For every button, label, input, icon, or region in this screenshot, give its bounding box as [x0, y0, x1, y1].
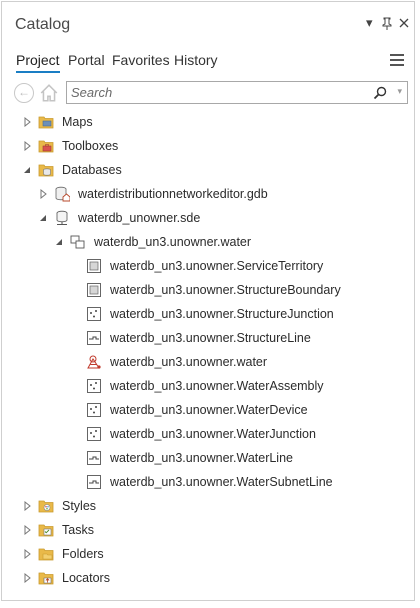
search-input[interactable]	[71, 84, 371, 101]
tasks-folder-icon	[38, 524, 54, 537]
databases-folder-icon	[38, 164, 54, 177]
tree-item-feature-class[interactable]: waterdb_un3.unowner.WaterDevice	[2, 398, 414, 422]
tree-item-label: waterdb_unowner.sde	[78, 211, 201, 225]
feature-dataset-icon	[70, 235, 85, 249]
tree-item-label: Databases	[62, 163, 122, 177]
geodatabase-home-icon	[55, 186, 70, 202]
expand-arrow-icon[interactable]	[38, 189, 48, 199]
tree-item-maps[interactable]: Maps	[2, 110, 414, 134]
tree-item-folders[interactable]: Folders	[2, 542, 414, 566]
search-icon[interactable]	[373, 86, 387, 100]
line-feature-class-icon	[87, 451, 101, 465]
catalog-tabs: Project Portal Favorites History	[2, 46, 414, 74]
tree-item-label: waterdb_un3.unowner.WaterSubnetLine	[110, 475, 333, 489]
expand-arrow-icon[interactable]	[22, 549, 32, 559]
point-feature-class-icon	[87, 307, 101, 321]
tree-item-label: waterdistributionnetworkeditor.gdb	[78, 187, 268, 201]
pane-title: Catalog	[15, 16, 71, 33]
polygon-feature-class-icon	[87, 259, 101, 273]
expand-arrow-icon[interactable]	[22, 525, 32, 535]
tree-item-label: Styles	[62, 499, 97, 513]
tree-item-utility-network[interactable]: waterdb_un3.unowner.water	[2, 350, 414, 374]
tree-item-label: waterdb_un3.unowner.StructureBoundary	[110, 283, 341, 297]
tree-item-tasks[interactable]: Tasks	[2, 518, 414, 542]
locators-folder-icon	[38, 572, 54, 585]
folders-folder-icon	[38, 548, 54, 561]
catalog-toolbar: ← ▾	[2, 80, 414, 106]
tree-item-feature-class[interactable]: waterdb_un3.unowner.StructureJunction	[2, 302, 414, 326]
pane-titlebar: Catalog ▾	[2, 2, 414, 42]
tree-item-label: waterdb_un3.unowner.ServiceTerritory	[110, 259, 324, 273]
pin-icon[interactable]	[382, 17, 392, 30]
tree-item-feature-class[interactable]: waterdb_un3.unowner.StructureLine	[2, 326, 414, 350]
tree-item-label: Tasks	[62, 523, 94, 537]
expand-arrow-icon[interactable]	[22, 117, 32, 127]
maps-folder-icon	[38, 116, 54, 129]
tree-item-label: Maps	[62, 115, 93, 129]
home-icon[interactable]	[39, 83, 59, 103]
tree-item-locators[interactable]: Locators	[2, 566, 414, 590]
tree-item-label: waterdb_un3.unowner.StructureJunction	[110, 307, 334, 321]
pane-options-button[interactable]: ▾	[366, 16, 373, 30]
tree-item-feature-class[interactable]: waterdb_un3.unowner.WaterLine	[2, 446, 414, 470]
expand-arrow-icon[interactable]	[22, 141, 32, 151]
styles-folder-icon	[38, 500, 54, 513]
tree-item-feature-class[interactable]: waterdb_un3.unowner.ServiceTerritory	[2, 254, 414, 278]
tree-item-feature-class[interactable]: waterdb_un3.unowner.StructureBoundary	[2, 278, 414, 302]
tree-item-label: Locators	[62, 571, 110, 585]
point-feature-class-icon	[87, 403, 101, 417]
expand-arrow-icon[interactable]	[22, 573, 32, 583]
database-connection-icon	[56, 210, 68, 225]
tree-item-feature-class[interactable]: waterdb_un3.unowner.WaterSubnetLine	[2, 470, 414, 494]
catalog-pane: Catalog ▾ Project Portal Favorites Histo…	[1, 1, 415, 601]
tree-item-styles[interactable]: Styles	[2, 494, 414, 518]
collapse-arrow-icon[interactable]	[22, 165, 32, 175]
tree-item-feature-dataset[interactable]: waterdb_un3.unowner.water	[2, 230, 414, 254]
collapse-arrow-icon[interactable]	[38, 213, 48, 223]
polygon-feature-class-icon	[87, 283, 101, 297]
tree-item-feature-class[interactable]: waterdb_un3.unowner.WaterJunction	[2, 422, 414, 446]
tree-item-label: Folders	[62, 547, 104, 561]
tree-item-label: Toolboxes	[62, 139, 119, 153]
tree-item-label: waterdb_un3.unowner.water	[110, 355, 268, 369]
point-feature-class-icon	[87, 379, 101, 393]
line-feature-class-icon	[87, 331, 101, 345]
search-box: ▾	[66, 81, 408, 104]
expand-arrow-icon[interactable]	[22, 501, 32, 511]
tab-portal[interactable]: Portal	[68, 51, 105, 69]
tree-item-label: waterdb_un3.unowner.WaterDevice	[110, 403, 308, 417]
tree-item-feature-class[interactable]: waterdb_un3.unowner.WaterAssembly	[2, 374, 414, 398]
tree-item-label: waterdb_un3.unowner.WaterAssembly	[110, 379, 324, 393]
tree-item-databases[interactable]: Databases	[2, 158, 414, 182]
tree-item-geodatabase[interactable]: waterdistributionnetworkeditor.gdb	[2, 182, 414, 206]
line-feature-class-icon	[87, 475, 101, 489]
tree-item-database-connection[interactable]: waterdb_unowner.sde	[2, 206, 414, 230]
tab-history[interactable]: History	[174, 51, 218, 69]
utility-network-icon	[87, 355, 101, 369]
tree-item-label: waterdb_un3.unowner.WaterJunction	[110, 427, 316, 441]
tree-item-label: waterdb_un3.unowner.StructureLine	[110, 331, 311, 345]
tree-item-toolboxes[interactable]: Toolboxes	[2, 134, 414, 158]
point-feature-class-icon	[87, 427, 101, 441]
back-arrow-icon[interactable]: ←	[14, 83, 34, 103]
search-options-chevron-icon[interactable]: ▾	[397, 86, 402, 97]
toolboxes-folder-icon	[38, 140, 54, 153]
tree-item-label: waterdb_un3.unowner.water	[94, 235, 252, 249]
collapse-arrow-icon[interactable]	[54, 237, 64, 247]
close-icon[interactable]	[399, 18, 409, 28]
tree-item-label: waterdb_un3.unowner.WaterLine	[110, 451, 293, 465]
tab-project[interactable]: Project	[16, 51, 60, 73]
tab-favorites[interactable]: Favorites	[112, 51, 170, 69]
hamburger-menu-icon[interactable]	[390, 54, 404, 66]
